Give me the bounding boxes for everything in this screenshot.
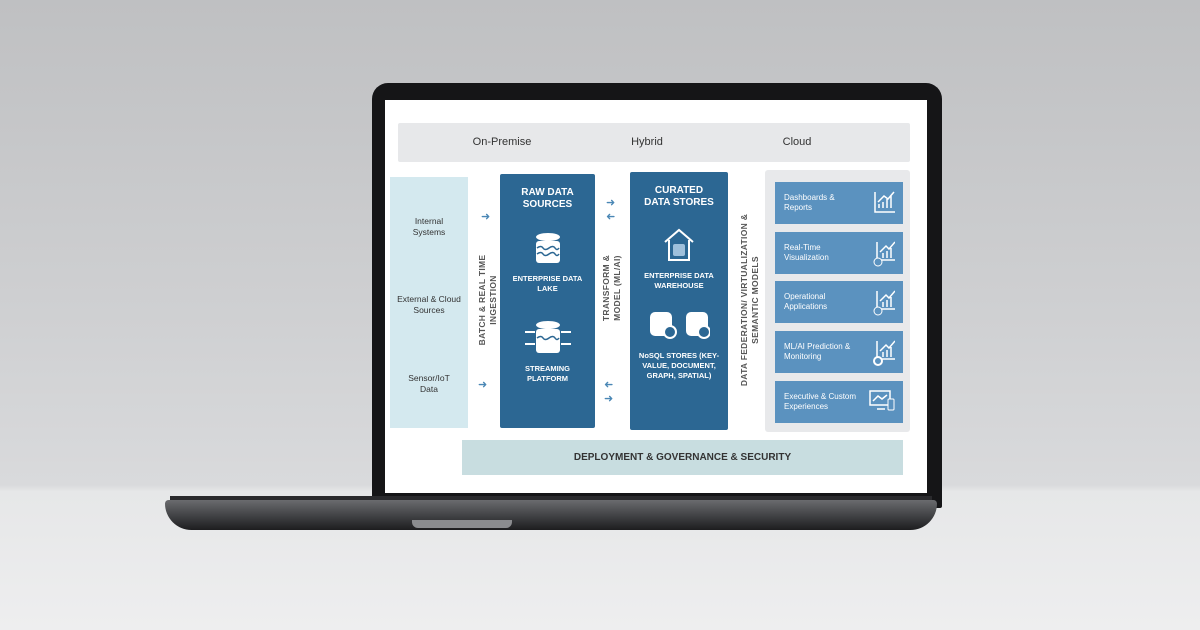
arrow-left-icon: ➜ (606, 211, 616, 223)
clock-chart-icon (873, 241, 895, 267)
consumer-card[interactable]: Real-Time Visualization (775, 232, 903, 274)
source-label: Internal Systems (412, 216, 446, 237)
arrow-right-icon: ➜ (604, 393, 614, 405)
laptop-base (165, 500, 937, 530)
laptop-lid-notch (412, 520, 512, 528)
ingestion-label: BATCH & REAL TIME INGESTION (477, 254, 498, 346)
curated-data-stores-box: CURATED DATA STORES ENTERPRISE DATA WARE… (630, 172, 728, 430)
curated-title: CURATED DATA STORES (644, 185, 714, 208)
streaming-platform-icon (524, 321, 571, 353)
deployment-governance-bar: DEPLOYMENT & GOVERNANCE & SECURITY (462, 440, 903, 475)
arrow-right-icon: ➜ (606, 197, 616, 209)
consumer-card[interactable]: Operational Applications (775, 281, 903, 323)
data-warehouse-icon (664, 228, 694, 261)
arrow-left-icon: ➜ (604, 379, 614, 391)
source-label: External & Cloud Sources (397, 294, 461, 315)
source-label: Sensor/IoT Data (408, 373, 450, 394)
consumer-card[interactable]: Dashboards & Reports (775, 182, 903, 224)
consumer-label: ML/AI Prediction & Monitoring (784, 342, 851, 361)
consumer-label: Executive & Custom Experiences (784, 392, 857, 411)
consumers-panel: Dashboards & Reports Real-Time Visualiza… (765, 170, 910, 432)
question-chart-icon (873, 290, 895, 316)
raw-title: RAW DATA SOURCES (521, 187, 574, 210)
sources-panel: Internal Systems External & Cloud Source… (390, 177, 468, 428)
gear-chart-icon (873, 340, 895, 366)
raw-item: ENTERPRISE DATA LAKE (512, 274, 583, 293)
consumer-card[interactable]: Executive & Custom Experiences (775, 381, 903, 423)
consumer-label: Operational Applications (784, 292, 828, 311)
arrow-right-icon: ➜ (478, 379, 488, 391)
data-lake-icon (535, 233, 560, 263)
consumer-label: Real-Time Visualization (784, 243, 829, 262)
bar-chart-icon (874, 191, 895, 213)
raw-data-sources-box: RAW DATA SOURCES ENTERPRISE DATA LAKE ST… (500, 174, 595, 428)
raw-item: STREAMING PLATFORM (525, 364, 570, 383)
nosql-stores-icon (650, 312, 710, 339)
federation-label: DATA FEDERATION/ VIRTUALIZATION & SEMANT… (739, 213, 760, 387)
arrow-right-icon: ➜ (481, 211, 491, 223)
consumer-card[interactable]: ML/AI Prediction & Monitoring (775, 331, 903, 373)
tier-label: On-Premise (472, 136, 532, 148)
tier-label: Hybrid (631, 136, 663, 148)
consumer-label: Dashboards & Reports (784, 193, 835, 212)
transform-label: TRANSFORM & MODEL (ML/AI) (601, 254, 622, 322)
monitor-icon (869, 390, 895, 411)
curated-item: ENTERPRISE DATA WAREHOUSE (644, 271, 714, 290)
curated-item: NoSQL STORES (KEY-VALUE, DOCUMENT, GRAPH… (638, 351, 720, 380)
deployment-tier-band: On-Premise Hybrid Cloud (398, 123, 910, 162)
tier-label: Cloud (782, 136, 812, 148)
